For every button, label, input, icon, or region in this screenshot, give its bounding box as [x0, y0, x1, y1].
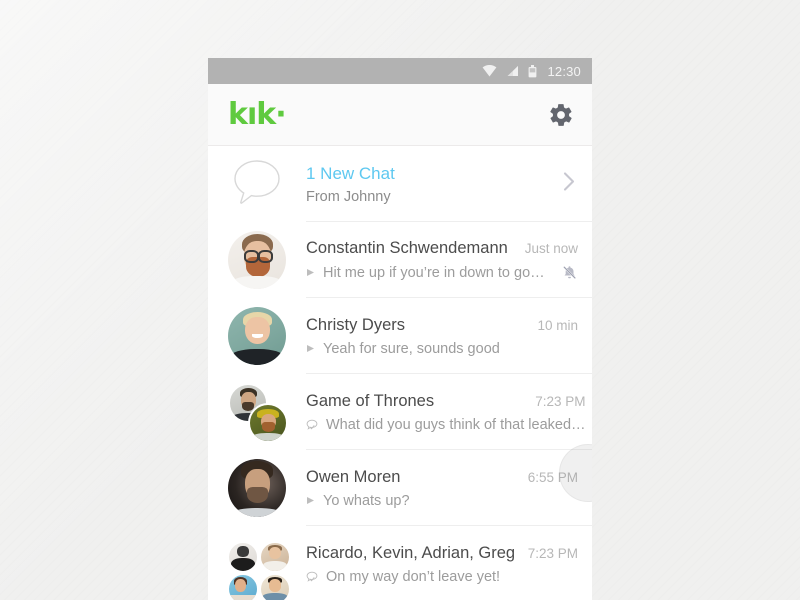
new-chat-title: 1 New Chat — [306, 163, 395, 183]
conversation-row-constantin[interactable]: Constantin Schwendemann Just now Hit me … — [208, 222, 592, 298]
conversation-preview: What did you guys think of that leaked… — [326, 416, 586, 433]
conversation-body: Constantin Schwendemann Just now Hit me … — [306, 222, 592, 298]
conversation-body: Ricardo, Kevin, Adrian, Greg 7:23 PM On … — [306, 526, 592, 600]
speech-bubble-icon — [228, 160, 286, 217]
phone-screen: 12:30 kık· 1 New Chat From Johnny Consta… — [208, 58, 592, 600]
conversation-preview: Yeah for sure, sounds good — [323, 340, 500, 357]
avatar — [228, 307, 286, 365]
conversation-row-game-of-thrones[interactable]: Game of Thrones 7:23 PM What did you guy… — [208, 374, 592, 450]
new-chat-row[interactable]: 1 New Chat From Johnny — [208, 146, 592, 222]
conversation-time: 7:23 PM — [527, 545, 578, 561]
kik-logo-dot: · — [275, 96, 287, 132]
conversation-name: Constantin Schwendemann — [306, 239, 508, 257]
avatar — [228, 383, 288, 443]
conversation-name: Owen Moren — [306, 467, 401, 486]
status-bar: 12:30 — [208, 58, 592, 84]
kik-logo-text: kık — [228, 96, 276, 132]
new-chat-body: 1 New Chat From Johnny — [306, 146, 592, 222]
conversation-preview: Hit me up if you’re in down to go… — [323, 264, 545, 281]
settings-button[interactable] — [548, 102, 574, 128]
conversation-list: 1 New Chat From Johnny Constantin Schwen… — [208, 146, 592, 600]
avatar-group — [228, 542, 290, 600]
avatar — [228, 535, 290, 600]
conversation-name: Game of Thrones — [306, 391, 435, 410]
conversation-row-christy[interactable]: Christy Dyers 10 min Yeah for sure, soun… — [208, 298, 592, 374]
group-read-icon — [306, 419, 318, 431]
conversation-body: Game of Thrones 7:23 PM What did you guy… — [306, 374, 592, 450]
signal-icon — [506, 65, 519, 77]
new-chat-avatar — [228, 155, 286, 213]
app-bar: kık· — [208, 84, 592, 146]
status-bar-clock: 12:30 — [547, 63, 581, 79]
conversation-body: Owen Moren 6:55 PM Yo whats up? — [306, 450, 592, 526]
conversation-time: 7:23 PM — [535, 393, 586, 409]
conversation-preview: Yo whats up? — [323, 492, 410, 509]
chevron-right-icon[interactable] — [563, 172, 576, 197]
conversation-row-owen[interactable]: Owen Moren 6:55 PM Yo whats up? — [208, 450, 592, 526]
conversation-time: 10 min — [537, 317, 578, 333]
new-chat-subtitle: From Johnny — [306, 188, 391, 205]
sent-arrow-icon — [306, 344, 315, 353]
conversation-time: Just now — [524, 241, 578, 256]
conversation-row-group[interactable]: Ricardo, Kevin, Adrian, Greg 7:23 PM On … — [208, 526, 592, 600]
group-read-icon — [306, 571, 318, 583]
avatar-constantin — [228, 231, 286, 289]
kik-logo: kık· — [228, 96, 287, 132]
gear-icon[interactable] — [548, 102, 574, 128]
avatar-game-of-thrones — [228, 383, 288, 443]
avatar-christy — [228, 307, 286, 365]
conversation-preview: On my way don’t leave yet! — [326, 568, 501, 585]
wifi-icon — [482, 65, 497, 77]
conversation-name: Ricardo, Kevin, Adrian, Greg — [306, 543, 516, 562]
avatar — [228, 459, 286, 517]
avatar — [228, 231, 286, 289]
battery-icon — [528, 64, 537, 78]
sent-arrow-icon — [306, 496, 315, 505]
bell-muted-icon — [561, 264, 578, 281]
avatar-owen — [228, 459, 286, 517]
sent-arrow-icon — [306, 268, 315, 277]
conversation-body: Christy Dyers 10 min Yeah for sure, soun… — [306, 298, 592, 374]
conversation-time: 6:55 PM — [527, 469, 578, 485]
conversation-name: Christy Dyers — [306, 315, 406, 334]
